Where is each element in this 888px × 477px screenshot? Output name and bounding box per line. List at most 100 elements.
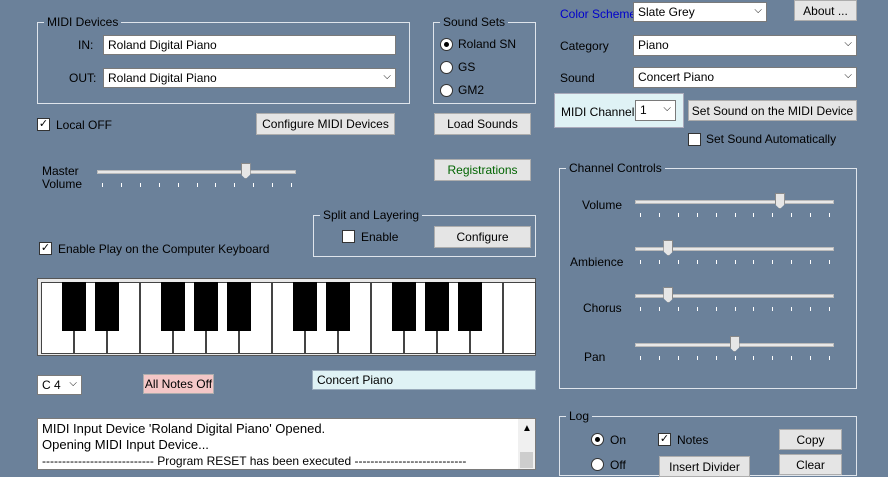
slider-tick (772, 260, 774, 264)
black-key[interactable] (326, 282, 350, 331)
black-key[interactable] (392, 282, 416, 331)
set-sound-auto-label: Set Sound Automatically (706, 132, 837, 146)
configure-midi-button[interactable]: Configure MIDI Devices (256, 113, 395, 135)
slider-tick (810, 213, 812, 217)
slider-tick (677, 260, 679, 264)
log-legend: Log (566, 409, 593, 423)
master-volume-label-line1: Master (42, 164, 79, 178)
set-sound-button[interactable]: Set Sound on the MIDI Device (688, 100, 857, 121)
midi-channel-select[interactable]: 1 ⌵ (635, 100, 676, 121)
channel-ambience-slider[interactable] (635, 240, 834, 266)
slider-tick (196, 183, 198, 187)
load-sounds-button[interactable]: Load Sounds (434, 113, 531, 135)
slider-tick (696, 260, 698, 264)
slider-tick (791, 213, 793, 217)
split-configure-button[interactable]: Configure (434, 226, 531, 248)
scroll-thumb[interactable] (520, 452, 533, 468)
midi-devices-legend: MIDI Devices (44, 15, 122, 29)
chevron-down-icon: ⌵ (754, 5, 762, 16)
black-key[interactable] (62, 282, 86, 331)
log-clear-button[interactable]: Clear (779, 454, 842, 475)
about-button[interactable]: About ... (794, 0, 857, 21)
black-key[interactable] (458, 282, 482, 331)
slider-tick (734, 260, 736, 264)
log-off-label: Off (610, 458, 626, 472)
log-notes-checkbox[interactable]: ✓ (658, 433, 671, 446)
slider-tick (291, 183, 292, 187)
master-volume-slider[interactable] (97, 163, 296, 189)
channel-controls-legend: Channel Controls (566, 161, 665, 175)
black-key[interactable] (161, 282, 185, 331)
slider-tick (810, 260, 812, 264)
local-off-checkbox[interactable]: ✓ (37, 118, 50, 131)
log-notes-label: Notes (677, 433, 709, 447)
slider-thumb[interactable] (663, 240, 674, 256)
slider-thumb[interactable] (774, 193, 785, 209)
slider-tick (696, 356, 698, 360)
enable-play-keyboard-checkbox[interactable]: ✓ (39, 242, 52, 255)
slider-tick (734, 213, 736, 217)
split-layering-legend: Split and Layering (320, 208, 423, 222)
registrations-button[interactable]: Registrations (434, 159, 531, 181)
log-textarea[interactable]: MIDI Input Device 'Roland Digital Piano'… (37, 418, 536, 470)
channel-pan-slider[interactable] (635, 336, 834, 362)
midi-in-field[interactable]: Roland Digital Piano (103, 35, 396, 55)
slider-tick (696, 307, 698, 311)
sound-select[interactable]: Concert Piano ⌵ (633, 67, 857, 88)
black-key[interactable] (293, 282, 317, 331)
sound-set-label-gm2: GM2 (458, 83, 485, 97)
slider-tick (791, 260, 793, 264)
slider-tick (120, 183, 122, 187)
octave-select[interactable]: C 4 ⌵ (37, 375, 82, 395)
channel-chorus-slider[interactable] (635, 287, 834, 313)
log-scrollbar[interactable]: ▲ (518, 419, 535, 469)
color-scheme-value: Slate Grey (638, 5, 695, 19)
log-copy-button[interactable]: Copy (779, 429, 842, 450)
white-key[interactable] (503, 282, 536, 354)
sound-set-radio-gm2[interactable] (440, 84, 453, 97)
set-sound-auto-checkbox[interactable] (688, 133, 701, 146)
log-on-label: On (610, 433, 627, 447)
midi-out-select[interactable]: Roland Digital Piano ⌵ (103, 68, 396, 88)
slider-tick (696, 213, 698, 217)
slider-tick (658, 307, 660, 311)
slider-tick (753, 260, 755, 264)
black-key[interactable] (227, 282, 251, 331)
sound-set-radio-roland-sn[interactable] (440, 38, 453, 51)
category-select[interactable]: Piano ⌵ (633, 35, 857, 56)
slider-tick (715, 260, 717, 264)
scroll-up-icon[interactable]: ▲ (522, 421, 532, 437)
slider-tick (810, 356, 812, 360)
slider-thumb[interactable] (729, 336, 740, 352)
slider-thumb[interactable] (240, 163, 251, 179)
split-enable-checkbox[interactable] (342, 230, 355, 243)
black-key[interactable] (425, 282, 449, 331)
slider-track (97, 170, 296, 174)
black-key[interactable] (194, 282, 218, 331)
sound-value: Concert Piano (638, 70, 715, 84)
log-off-radio[interactable] (591, 458, 604, 471)
channel-volume-label: Volume (582, 198, 623, 212)
slider-tick (158, 183, 160, 187)
sound-set-label-gs: GS (458, 60, 476, 74)
slider-tick (715, 213, 717, 217)
sound-set-radio-gs[interactable] (440, 61, 453, 74)
black-key[interactable] (95, 282, 119, 331)
all-notes-off-button[interactable]: All Notes Off (143, 374, 214, 394)
midi-in-label: IN: (78, 38, 94, 52)
piano-keyboard[interactable] (37, 278, 536, 356)
chevron-down-icon: ⌵ (383, 71, 391, 82)
slider-ticks (97, 183, 296, 187)
slider-tick (253, 183, 255, 187)
channel-volume-slider[interactable] (635, 193, 834, 219)
slider-tick (791, 356, 793, 360)
chevron-down-icon: ⌵ (844, 38, 852, 49)
log-on-radio[interactable] (591, 433, 604, 446)
color-scheme-select[interactable]: Slate Grey ⌵ (633, 2, 767, 22)
slider-thumb[interactable] (663, 287, 674, 303)
slider-ticks (635, 307, 834, 311)
slider-tick (810, 307, 812, 311)
channel-ambience-label: Ambience (570, 255, 624, 269)
midi-out-label: OUT: (69, 71, 97, 85)
octave-value: C 4 (42, 378, 61, 392)
